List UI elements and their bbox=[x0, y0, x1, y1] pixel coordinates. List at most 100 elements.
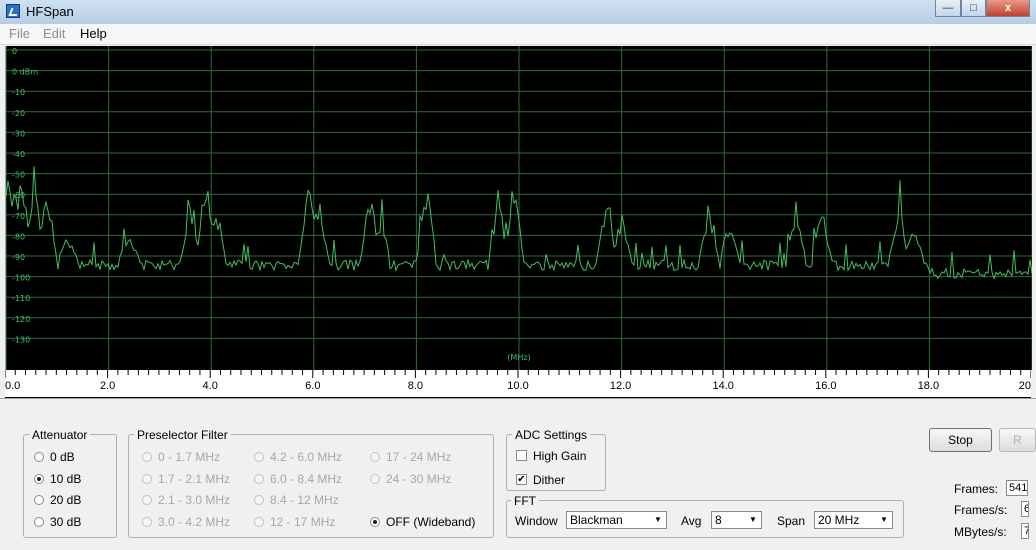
y-tick-label: -110 bbox=[12, 294, 30, 303]
x-tick-label: 12.0 bbox=[610, 380, 631, 392]
x-unit-label: (MHz) bbox=[507, 353, 530, 362]
window-select-value: Blackman bbox=[570, 513, 623, 527]
x-tick-label: 18.0 bbox=[918, 380, 939, 392]
x-tick-label: 8.0 bbox=[408, 380, 423, 392]
attenuator-option-3-label: 30 dB bbox=[50, 514, 82, 529]
frequency-axis-svg: 0.0 2.0 4.0 6.0 8.0 10.0 12.0 14.0 16.0 18.0 20 bbox=[5, 370, 1031, 392]
span-label: Span bbox=[777, 514, 806, 528]
y-tick-label: -90 bbox=[12, 253, 25, 262]
preselector-option-1-3-label: 12 - 17 MHz bbox=[270, 514, 336, 529]
x-tick-label: 0.0 bbox=[5, 380, 20, 392]
preselector-option-0-3-radio[interactable] bbox=[142, 516, 152, 527]
y-tick-label: -30 bbox=[12, 129, 25, 138]
x-tick-label: 16.0 bbox=[815, 380, 836, 392]
x-tick-label: 20 bbox=[1019, 380, 1031, 392]
frames-value: 541 bbox=[1006, 480, 1028, 496]
adc-settings-title: ADC Settings bbox=[512, 428, 591, 442]
x-tick-label: 2.0 bbox=[100, 380, 115, 392]
maximize-button[interactable]: □ bbox=[961, 0, 986, 17]
frames-label: Frames: bbox=[954, 482, 999, 496]
panel-divider bbox=[0, 398, 1036, 411]
spectrum-svg: 00 dBm-10-20-30-40-50-60-70-80-90-100-11… bbox=[6, 46, 1032, 370]
high-gain-checkbox[interactable] bbox=[516, 450, 527, 461]
y-tick-label: 0 bbox=[12, 47, 17, 56]
y-tick-label: -70 bbox=[12, 212, 25, 221]
x-tick-label: 6.0 bbox=[305, 380, 320, 392]
menu-file[interactable]: File bbox=[9, 26, 30, 41]
preselector-option-2-0-label: 17 - 24 MHz bbox=[386, 450, 452, 464]
dither-label: Dither bbox=[533, 473, 566, 487]
attenuator-option-2-label: 20 dB bbox=[50, 493, 82, 507]
preselector-option-0-3-label: 3.0 - 4.2 MHz bbox=[158, 514, 231, 529]
preselector-option-2-2-label: OFF (Wideband) bbox=[386, 514, 476, 529]
preselector-title: Preselector Filter bbox=[134, 428, 231, 442]
avg-label: Avg bbox=[681, 514, 702, 528]
window-title: HFSpan bbox=[26, 4, 74, 19]
y-tick-label: -10 bbox=[12, 88, 25, 97]
dither-checkbox[interactable]: ✔ bbox=[516, 474, 527, 485]
frames-per-second-label: Frames/s: bbox=[954, 503, 1008, 517]
frames-per-second-value: 6 bbox=[1021, 501, 1029, 517]
app-icon[interactable] bbox=[6, 4, 20, 18]
preselector-option-1-0-label: 4.2 - 6.0 MHz bbox=[270, 450, 343, 464]
preselector-option-1-1-radio[interactable] bbox=[254, 473, 264, 484]
attenuator-option-1-label: 10 dB bbox=[50, 471, 82, 486]
preselector-option-0-1-label: 1.7 - 2.1 MHz bbox=[158, 471, 231, 486]
y-tick-label: 0 dBm bbox=[12, 68, 38, 77]
preselector-option-1-1-label: 6.0 - 8.4 MHz bbox=[270, 471, 343, 486]
preselector-option-2-1-radio[interactable] bbox=[370, 473, 380, 484]
preselector-option-1-3-radio[interactable] bbox=[254, 516, 264, 527]
preselector-option-2-2-radio[interactable] bbox=[370, 516, 380, 527]
mbytes-per-second-label: MBytes/s: bbox=[954, 525, 1007, 539]
attenuator-option-0-radio[interactable] bbox=[34, 452, 44, 462]
window-select[interactable]: Blackman ▼ bbox=[566, 511, 667, 529]
frequency-axis: 0.0 2.0 4.0 6.0 8.0 10.0 12.0 14.0 16.0 18.0 20 bbox=[5, 370, 1031, 399]
y-tick-label: -80 bbox=[12, 232, 25, 241]
stop-button[interactable]: Stop bbox=[929, 428, 992, 452]
close-button[interactable]: x bbox=[986, 0, 1030, 17]
y-tick-label: -100 bbox=[12, 274, 30, 283]
menu-bar bbox=[0, 24, 1036, 45]
preselector-option-2-1-label: 24 - 30 MHz bbox=[386, 471, 452, 486]
preselector-option-0-2-label: 2.1 - 3.0 MHz bbox=[158, 493, 231, 507]
y-tick-label: -130 bbox=[12, 335, 30, 344]
menu-edit[interactable]: Edit bbox=[43, 26, 65, 41]
preselector-option-0-1-radio[interactable] bbox=[142, 473, 152, 484]
y-tick-label: -40 bbox=[12, 150, 25, 159]
menu-help[interactable]: Help bbox=[80, 26, 107, 41]
mbytes-per-second-value: 7 bbox=[1021, 523, 1029, 539]
avg-select[interactable]: 8 ▼ bbox=[711, 511, 762, 529]
preselector-option-1-0-radio[interactable] bbox=[254, 452, 264, 462]
preselector-option-1-2-label: 8.4 - 12 MHz bbox=[270, 493, 339, 507]
window-label: Window bbox=[515, 514, 558, 528]
chevron-down-icon: ▼ bbox=[880, 515, 888, 524]
y-tick-label: -50 bbox=[12, 171, 25, 180]
preselector-option-0-0-radio[interactable] bbox=[142, 452, 152, 462]
chevron-down-icon: ▼ bbox=[749, 515, 757, 524]
attenuator-option-3-radio[interactable] bbox=[34, 516, 44, 527]
avg-select-value: 8 bbox=[715, 513, 722, 527]
attenuator-option-2-radio[interactable] bbox=[34, 495, 44, 505]
attenuator-option-1-radio[interactable] bbox=[34, 473, 44, 484]
preselector-option-0-0-label: 0 - 1.7 MHz bbox=[158, 450, 221, 464]
high-gain-label: High Gain bbox=[533, 449, 587, 463]
x-tick-label: 14.0 bbox=[712, 380, 733, 392]
spectrum-plot[interactable]: 00 dBm -10 -20 -30 -40 -50 -60 -70 -80 -90 -100 -11… bbox=[5, 46, 1032, 370]
checkmark-icon: ✔ bbox=[517, 474, 526, 485]
fft-title: FFT bbox=[511, 494, 539, 508]
run-button[interactable]: R bbox=[999, 428, 1036, 452]
preselector-option-2-0-radio[interactable] bbox=[370, 452, 380, 462]
chevron-down-icon: ▼ bbox=[654, 515, 662, 524]
x-tick-label: 10.0 bbox=[507, 380, 528, 392]
x-tick-label: 4.0 bbox=[203, 380, 218, 392]
preselector-option-0-2-radio[interactable] bbox=[142, 495, 152, 505]
title-bar bbox=[0, 0, 1036, 24]
attenuator-option-0-label: 0 dB bbox=[50, 450, 75, 464]
y-tick-label: -20 bbox=[12, 109, 25, 118]
span-select[interactable]: 20 MHz ▼ bbox=[814, 511, 893, 529]
minimize-button[interactable]: — bbox=[935, 0, 961, 17]
span-select-value: 20 MHz bbox=[818, 513, 860, 527]
attenuator-title: Attenuator bbox=[29, 428, 91, 442]
preselector-option-1-2-radio[interactable] bbox=[254, 495, 264, 505]
y-tick-label: -120 bbox=[12, 315, 30, 324]
